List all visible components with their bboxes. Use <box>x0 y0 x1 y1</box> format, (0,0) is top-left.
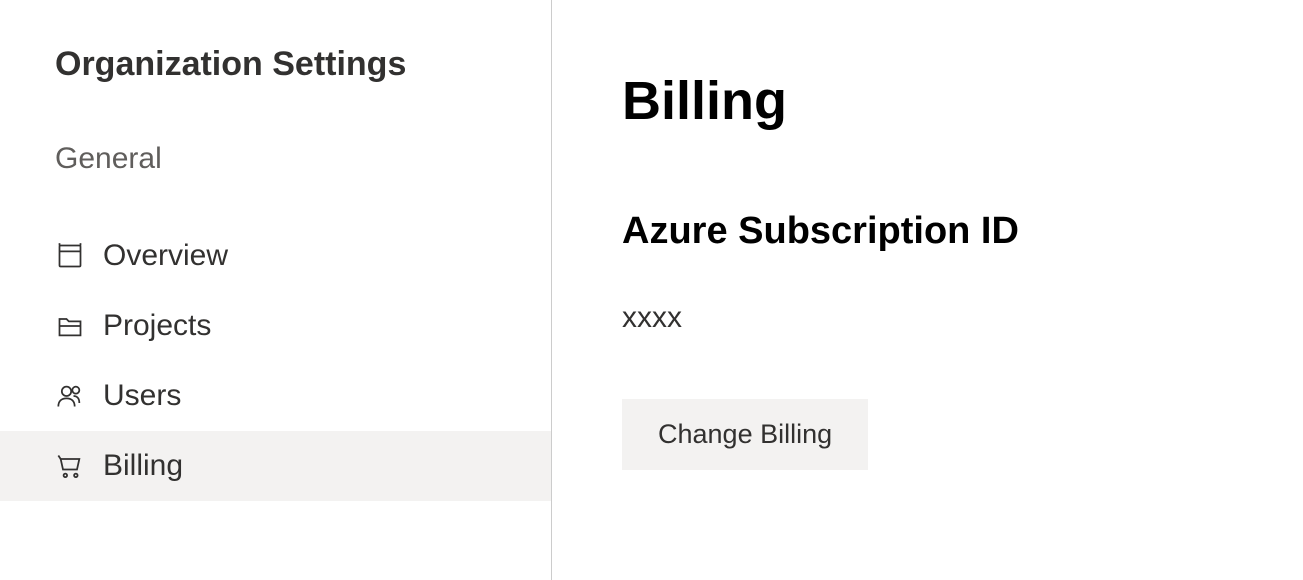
main-content: Billing Azure Subscription ID xxxx Chang… <box>552 0 1303 580</box>
sidebar-item-projects[interactable]: Projects <box>0 291 551 361</box>
sidebar-section-label: General <box>0 142 551 176</box>
sidebar: Organization Settings General Overview P… <box>0 0 552 580</box>
subscription-id-value: xxxx <box>622 301 1233 335</box>
subscription-id-label: Azure Subscription ID <box>622 210 1233 253</box>
overview-icon <box>55 241 85 271</box>
sidebar-item-users[interactable]: Users <box>0 361 551 431</box>
sidebar-item-label: Overview <box>103 239 228 273</box>
users-icon <box>55 381 85 411</box>
sidebar-item-label: Projects <box>103 309 211 343</box>
folder-icon <box>55 311 85 341</box>
sidebar-title: Organization Settings <box>0 45 551 84</box>
sidebar-item-overview[interactable]: Overview <box>0 221 551 291</box>
cart-icon <box>55 451 85 481</box>
page-title: Billing <box>622 70 1233 132</box>
sidebar-item-label: Users <box>103 379 181 413</box>
sidebar-item-label: Billing <box>103 449 183 483</box>
change-billing-button[interactable]: Change Billing <box>622 399 868 470</box>
sidebar-item-billing[interactable]: Billing <box>0 431 551 501</box>
